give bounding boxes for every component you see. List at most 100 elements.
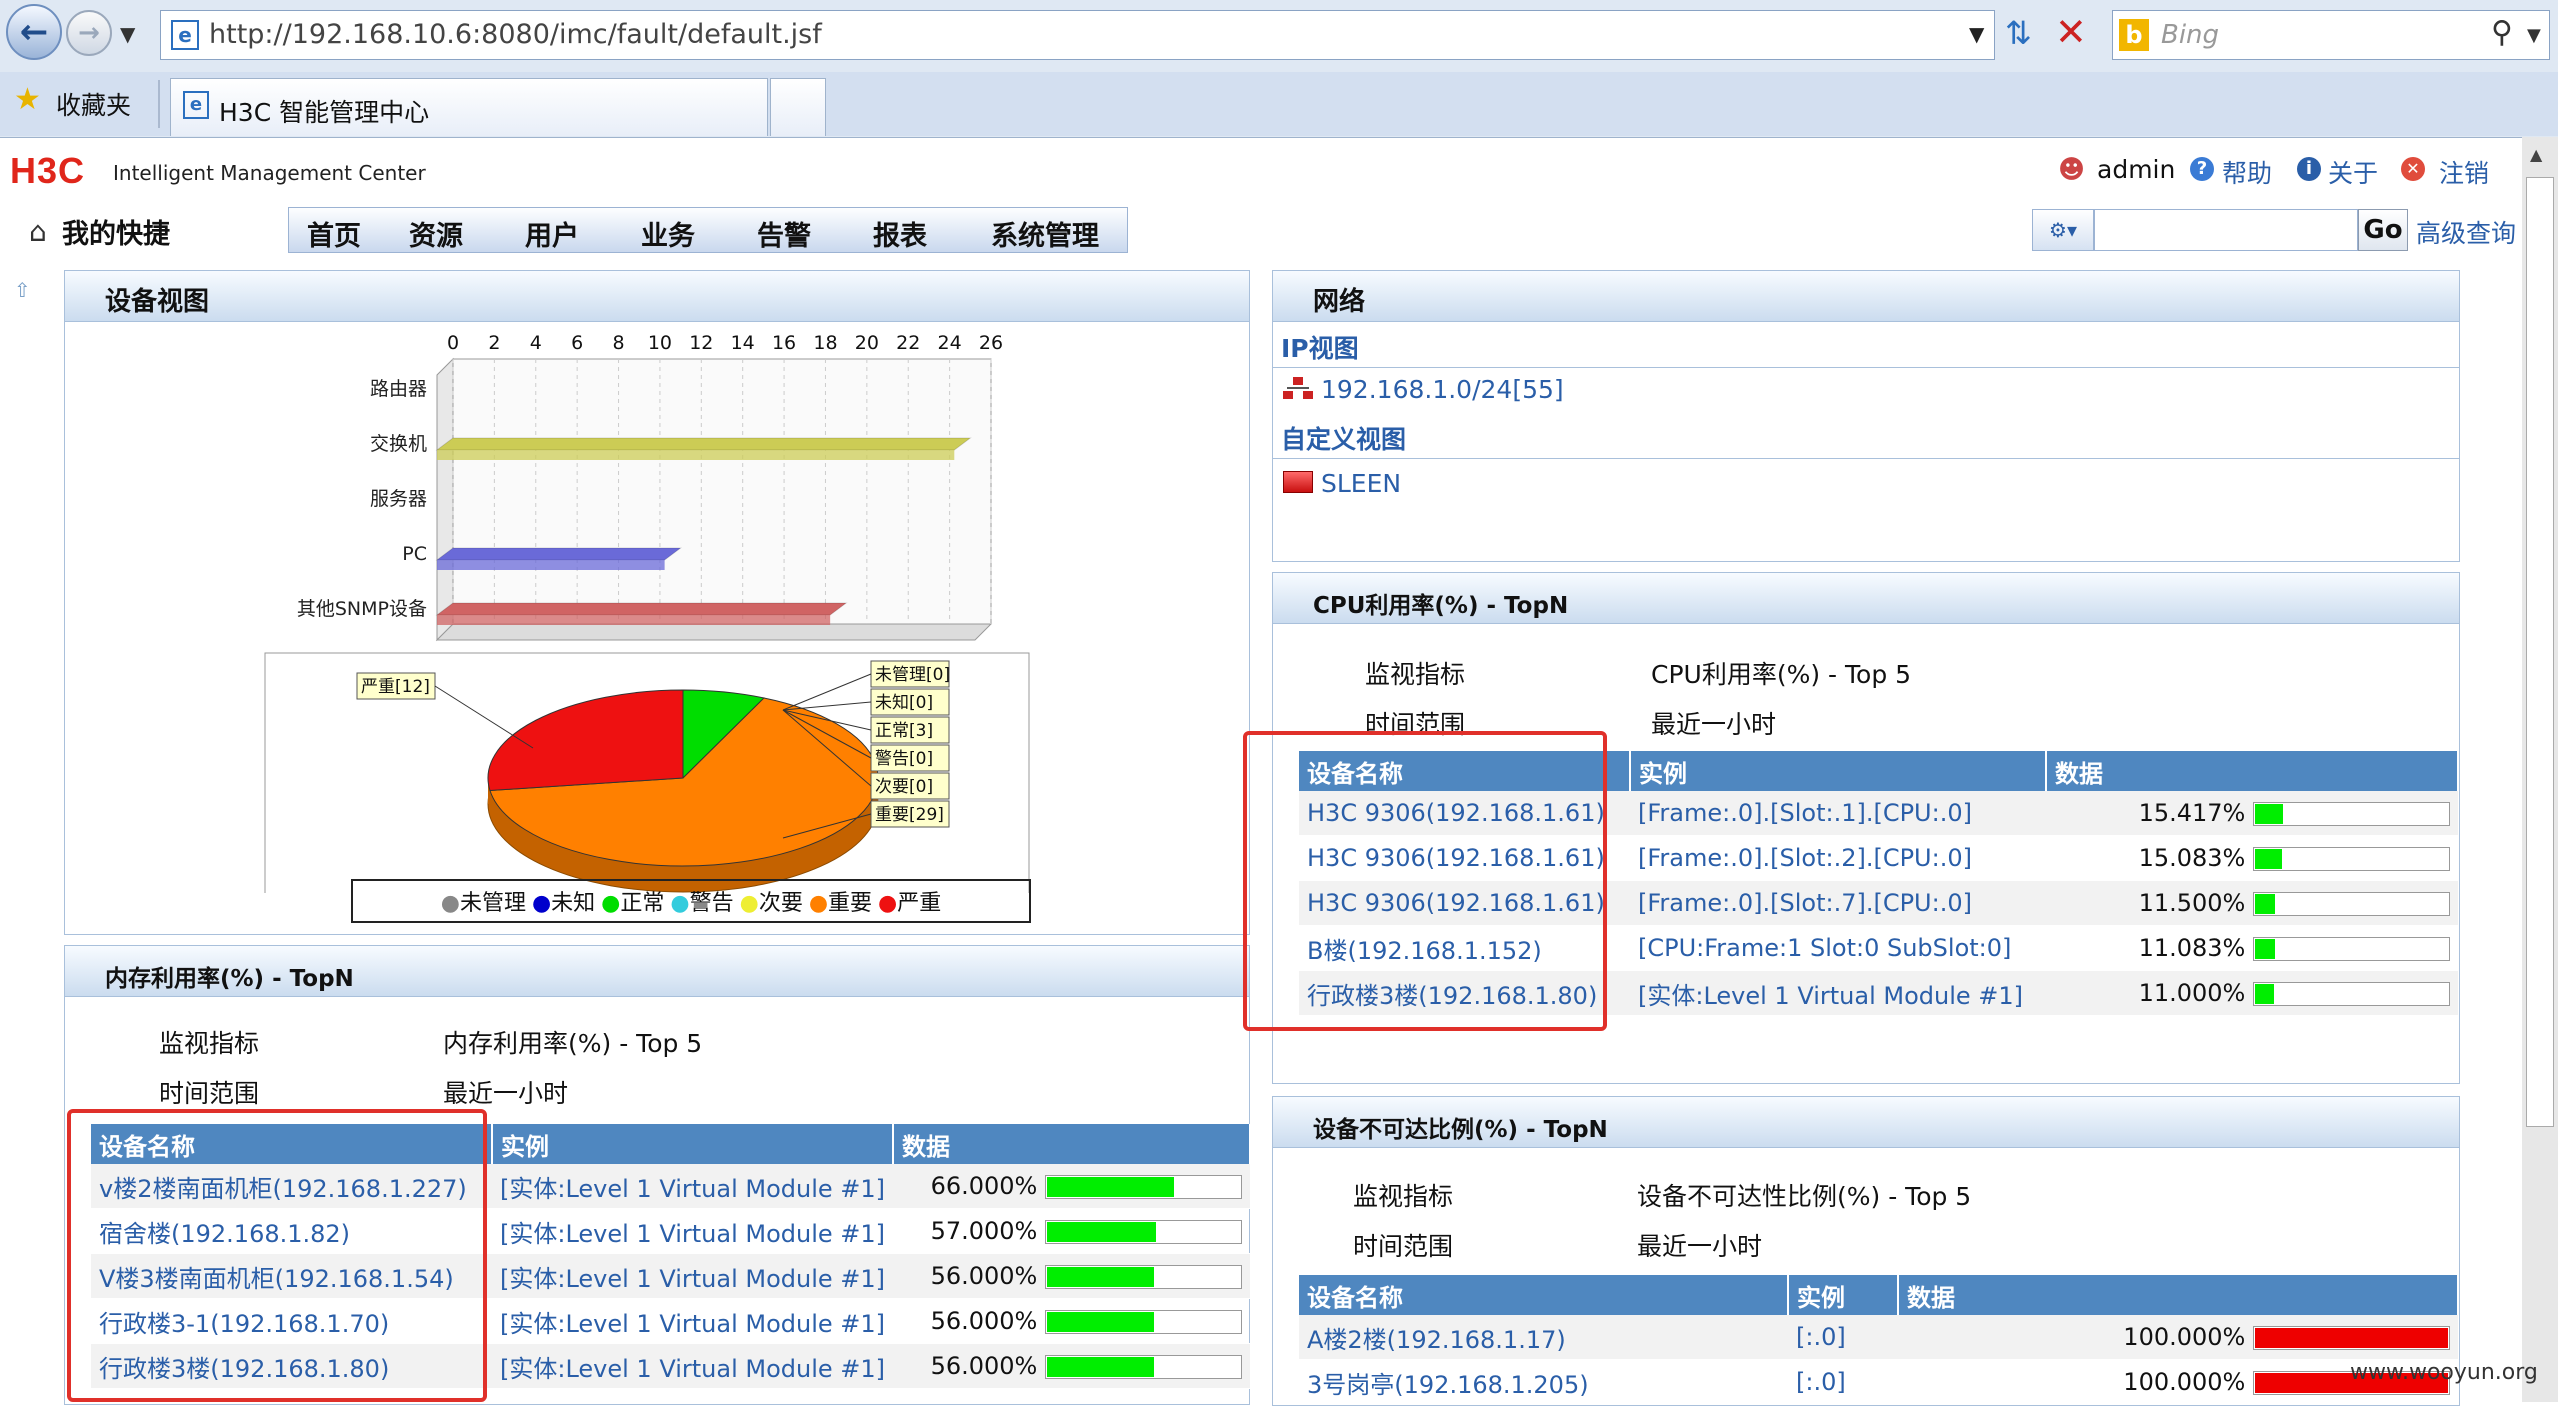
- app-search-input[interactable]: [2094, 209, 2358, 251]
- instance-link[interactable]: [实体:Level 1 Virtual Module #1]: [492, 1164, 894, 1209]
- usage-bar: [2253, 847, 2450, 871]
- subnet-link[interactable]: 192.168.1.0/24[55]: [1321, 375, 1564, 404]
- menu-resource[interactable]: 资源: [409, 214, 463, 253]
- address-dropdown-icon[interactable]: ▼: [1969, 22, 1984, 46]
- help-icon[interactable]: ?: [2190, 157, 2214, 181]
- usage-bar-fill: [1047, 1357, 1155, 1377]
- instance-link[interactable]: [Frame:.0].[Slot:.2].[CPU:.0]: [1630, 835, 2046, 881]
- metric-value: 设备不可达性比例(%) - Top 5: [1637, 1182, 1972, 1211]
- data-cell: 66.000%: [893, 1164, 1250, 1209]
- chart-floor: [435, 623, 993, 641]
- history-dropdown-icon[interactable]: ▼: [120, 22, 135, 46]
- menu-report[interactable]: 报表: [873, 214, 927, 253]
- metric-label: 监视指标: [1365, 660, 1466, 689]
- col-data: 数据: [2046, 751, 2459, 791]
- range-label: 时间范围: [159, 1079, 260, 1108]
- scroll-up-icon[interactable]: ▲: [2530, 145, 2542, 164]
- data-cell: 11.083%: [2046, 925, 2458, 971]
- divider: [158, 80, 160, 128]
- logout-icon[interactable]: ✕: [2401, 157, 2425, 181]
- search-icon[interactable]: ⚲: [2491, 15, 2513, 50]
- advanced-search-link[interactable]: 高级查询: [2416, 214, 2516, 250]
- instance-link[interactable]: [Frame:.0].[Slot:.7].[CPU:.0]: [1630, 880, 2046, 926]
- table-row: 3号岗亭(192.168.1.205) [:.0] 100.000%: [1299, 1359, 2458, 1405]
- custom-view-link[interactable]: 自定义视图: [1281, 420, 1406, 456]
- about-link[interactable]: 关于: [2328, 154, 2378, 190]
- table-row: A楼2楼(192.168.1.17) [:.0] 100.000%: [1299, 1315, 2458, 1360]
- value-text: 15.417%: [2138, 799, 2246, 827]
- address-text[interactable]: http://192.168.10.6:8080/imc/fault/defau…: [209, 19, 822, 50]
- address-bar[interactable]: e http://192.168.10.6:8080/imc/fault/def…: [160, 10, 1995, 60]
- instance-link[interactable]: [:.0]: [1788, 1315, 1898, 1360]
- instance-link[interactable]: [实体:Level 1 Virtual Module #1]: [492, 1253, 894, 1299]
- value-text: 57.000%: [930, 1217, 1038, 1245]
- device-link[interactable]: A楼2楼(192.168.1.17): [1299, 1315, 1788, 1360]
- usage-bar: [1045, 1310, 1242, 1334]
- instance-link[interactable]: [CPU:Frame:1 Slot:0 SubSlot:0]: [1630, 925, 2046, 971]
- menu-system[interactable]: 系统管理: [991, 214, 1099, 253]
- device-link[interactable]: 3号岗亭(192.168.1.205): [1299, 1359, 1788, 1405]
- panel-header: 网络: [1273, 271, 2459, 322]
- menu-home[interactable]: 首页: [307, 214, 361, 253]
- forward-icon[interactable]: →: [66, 10, 112, 56]
- data-cell: 56.000%: [893, 1343, 1250, 1389]
- info-icon[interactable]: i: [2297, 157, 2321, 181]
- value-text: 56.000%: [930, 1262, 1038, 1290]
- product-name: Intelligent Management Center: [113, 161, 426, 185]
- search-dropdown-icon[interactable]: ▼: [2527, 25, 2541, 46]
- instance-link[interactable]: [实体:Level 1 Virtual Module #1]: [492, 1208, 894, 1254]
- users-icon: ☻: [2058, 155, 2086, 185]
- tab-h3c[interactable]: e H3C 智能管理中心: [170, 78, 768, 136]
- search-type-dropdown[interactable]: ⚙▾: [2032, 209, 2094, 251]
- panel-title: 设备不可达比例(%) - TopN: [1313, 1117, 1608, 1143]
- instance-link[interactable]: [实体:Level 1 Virtual Module #1]: [492, 1298, 894, 1344]
- pie-label: 严重[12]: [361, 677, 430, 697]
- page-scrollbar[interactable]: ▲: [2522, 137, 2558, 1402]
- refresh-icon[interactable]: ⇅: [2005, 14, 2032, 52]
- legend-critical: ●严重: [878, 891, 942, 916]
- pie-label: 次要[0]: [875, 777, 933, 797]
- value-text: 56.000%: [930, 1352, 1038, 1380]
- scroll-thumb[interactable]: [2526, 177, 2554, 1127]
- device-charts: 0 2 4 6 8 10 12 14 16 18 20 22 24 26路由器交换机服务器PC其他SNMP…: [264, 332, 1030, 893]
- menu-alarm[interactable]: 告警: [757, 214, 811, 253]
- custom-view-item[interactable]: SLEEN: [1321, 469, 1401, 498]
- metric-label: 监视指标: [1353, 1182, 1454, 1211]
- instance-link[interactable]: [实体:Level 1 Virtual Module #1]: [492, 1343, 894, 1389]
- user-name[interactable]: admin: [2097, 155, 2175, 184]
- stop-icon[interactable]: ✕: [2055, 10, 2087, 54]
- search-box[interactable]: b Bing ⚲ ▼: [2112, 10, 2550, 60]
- back-icon[interactable]: ←: [6, 4, 62, 60]
- data-cell: 56.000%: [893, 1298, 1250, 1344]
- collapse-icon[interactable]: ⇧: [14, 278, 31, 302]
- help-link[interactable]: 帮助: [2222, 154, 2272, 190]
- x-tick-label: 18: [813, 332, 837, 354]
- network-topology-icon: [1283, 377, 1313, 403]
- col-device: 设备名称: [1299, 1275, 1789, 1315]
- instance-link[interactable]: [:.0]: [1788, 1359, 1898, 1405]
- pie-label: 正常[3]: [875, 721, 933, 741]
- search-placeholder[interactable]: Bing: [2161, 20, 2219, 50]
- value-text: 15.083%: [2138, 844, 2246, 872]
- instance-link[interactable]: [实体:Level 1 Virtual Module #1]: [1630, 970, 2046, 1016]
- status-legend: ●未管理 ●未知 ●正常 ●警告 ●次要 ●重要 ●严重: [351, 879, 1031, 923]
- go-button[interactable]: Go: [2358, 209, 2408, 251]
- menu-user[interactable]: 用户: [525, 214, 579, 253]
- data-cell: 100.000%: [1898, 1315, 2458, 1360]
- x-tick-label: 10: [648, 332, 672, 354]
- favorites-button[interactable]: 收藏夹: [56, 86, 131, 122]
- home-icon: ⌂: [29, 215, 47, 248]
- data-cell: 11.000%: [2046, 970, 2458, 1016]
- usage-bar-fill: [2255, 939, 2275, 959]
- network-panel: 网络 IP视图 192.168.1.0/24[55] 自定义视图 SLEEN: [1272, 270, 2460, 562]
- pie-label: 未管理[0]: [875, 665, 950, 685]
- logout-link[interactable]: 注销: [2439, 154, 2489, 190]
- new-tab-button[interactable]: [770, 78, 826, 136]
- ie-tab-icon: e: [183, 91, 209, 119]
- menu-service[interactable]: 业务: [641, 214, 695, 253]
- instance-link[interactable]: [Frame:.0].[Slot:.1].[CPU:.0]: [1630, 791, 2046, 836]
- data-cell: 15.417%: [2046, 791, 2458, 836]
- ip-view-link[interactable]: IP视图: [1281, 329, 1359, 365]
- tab-title[interactable]: H3C 智能管理中心: [219, 93, 429, 129]
- quick-menu[interactable]: 我的快捷: [62, 212, 170, 251]
